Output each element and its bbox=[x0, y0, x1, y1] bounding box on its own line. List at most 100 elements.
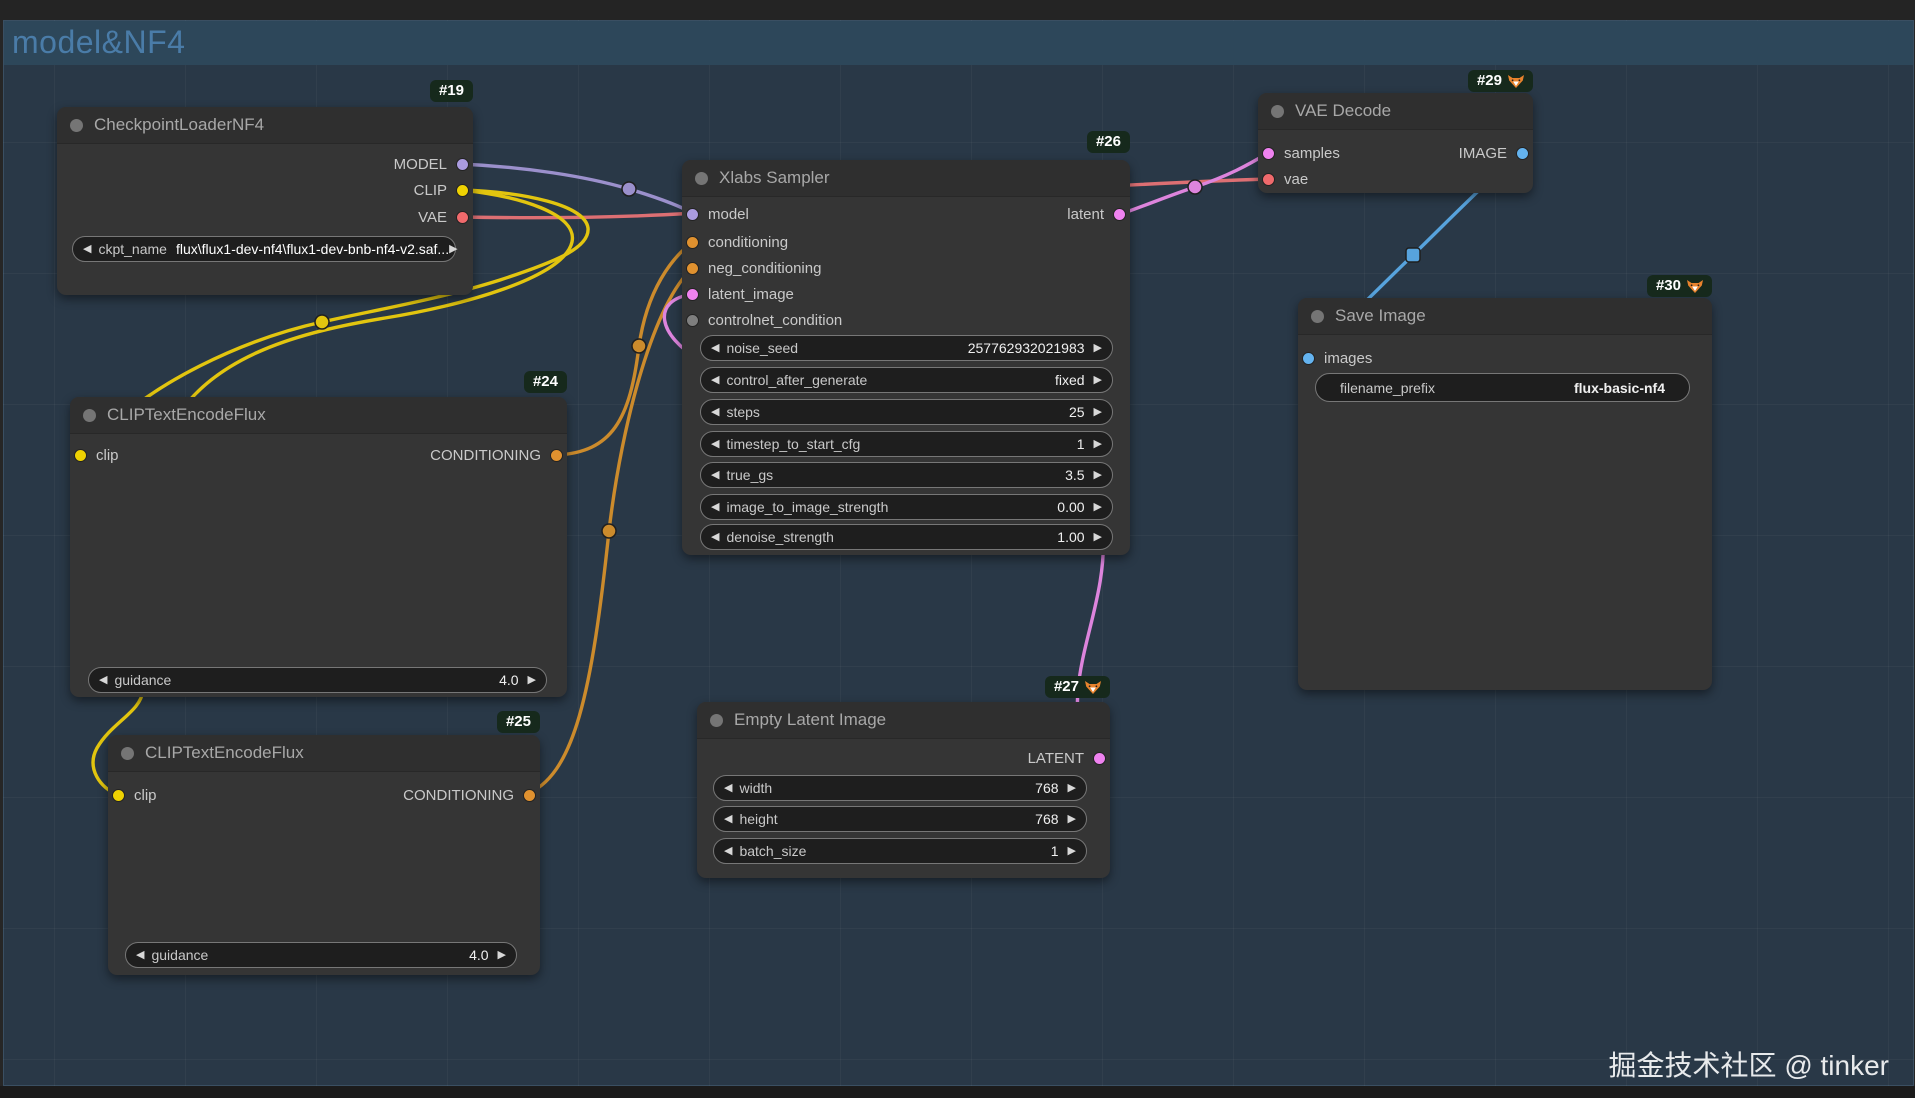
reroute-dot-neg-conditioning[interactable] bbox=[601, 523, 617, 539]
widget-steps[interactable]: steps 25 bbox=[700, 399, 1113, 425]
widget-image-to-image-strength[interactable]: image_to_image_strength 0.00 bbox=[700, 494, 1113, 520]
output-slot-latent[interactable]: latent bbox=[1067, 204, 1126, 224]
widget-width[interactable]: width 768 bbox=[713, 775, 1087, 801]
stepper-right-icon[interactable] bbox=[1094, 532, 1102, 543]
stepper-left-icon[interactable] bbox=[724, 783, 732, 794]
node-header[interactable]: CLIPTextEncodeFlux bbox=[108, 735, 540, 772]
widget-noise-seed[interactable]: noise_seed 257762932021983 bbox=[700, 335, 1113, 361]
reroute-dot-image[interactable] bbox=[1405, 247, 1421, 263]
stepper-right-icon[interactable] bbox=[528, 675, 536, 686]
node-clip-text-encode-positive[interactable]: CLIPTextEncodeFlux clip CONDITIONING gui… bbox=[70, 397, 567, 697]
stepper-left-icon[interactable] bbox=[711, 532, 719, 543]
widget-value[interactable]: 768 bbox=[1035, 780, 1058, 796]
widget-value[interactable]: flux-basic-nf4 bbox=[1574, 380, 1665, 396]
collapse-dot-icon[interactable] bbox=[121, 746, 134, 760]
input-slot-latent-image[interactable]: latent_image bbox=[686, 284, 794, 304]
widget-denoise-strength[interactable]: denoise_strength 1.00 bbox=[700, 524, 1113, 550]
widget-filename-prefix[interactable]: filename_prefix flux-basic-nf4 bbox=[1315, 373, 1690, 402]
widget-guidance[interactable]: guidance 4.0 bbox=[125, 942, 517, 968]
widget-value[interactable]: 4.0 bbox=[469, 947, 488, 963]
output-slot-latent[interactable]: LATENT bbox=[1028, 748, 1106, 768]
node-header[interactable]: Empty Latent Image bbox=[697, 702, 1110, 739]
stepper-right-icon[interactable] bbox=[1094, 343, 1102, 354]
node-xlabs-sampler[interactable]: Xlabs Sampler model conditioning neg_con… bbox=[682, 160, 1130, 555]
stepper-left-icon[interactable] bbox=[711, 407, 719, 418]
stepper-left-icon[interactable] bbox=[136, 950, 144, 961]
widget-control-after-generate[interactable]: control_after_generate fixed bbox=[700, 367, 1113, 393]
input-slot-images[interactable]: images bbox=[1302, 348, 1372, 368]
stepper-left-icon[interactable] bbox=[724, 814, 732, 825]
stepper-right-icon[interactable] bbox=[1094, 375, 1102, 386]
widget-value[interactable]: 768 bbox=[1035, 811, 1058, 827]
node-clip-text-encode-negative[interactable]: CLIPTextEncodeFlux clip CONDITIONING gui… bbox=[108, 735, 540, 975]
stepper-left-icon[interactable] bbox=[99, 675, 107, 686]
widget-value[interactable]: 4.0 bbox=[499, 672, 518, 688]
output-slot-clip[interactable]: CLIP bbox=[414, 180, 469, 200]
widget-value[interactable]: fixed bbox=[1055, 372, 1085, 388]
collapse-dot-icon[interactable] bbox=[70, 118, 83, 132]
node-empty-latent-image[interactable]: Empty Latent Image LATENT width 768 heig… bbox=[697, 702, 1110, 878]
stepper-right-icon[interactable] bbox=[498, 950, 506, 961]
stepper-right-icon[interactable] bbox=[1094, 502, 1102, 513]
widget-timestep-to-start-cfg[interactable]: timestep_to_start_cfg 1 bbox=[700, 431, 1113, 457]
output-slot-vae[interactable]: VAE bbox=[418, 207, 469, 227]
stepper-right-icon[interactable] bbox=[1094, 407, 1102, 418]
stepper-left-icon[interactable] bbox=[83, 244, 91, 255]
stepper-left-icon[interactable] bbox=[711, 439, 719, 450]
stepper-left-icon[interactable] bbox=[724, 846, 732, 857]
widget-value[interactable]: flux\flux1-dev-nf4\flux1-dev-bnb-nf4-v2.… bbox=[176, 241, 449, 257]
collapse-dot-icon[interactable] bbox=[1311, 309, 1324, 323]
reroute-dot-clip[interactable] bbox=[314, 314, 330, 330]
clip-port-icon[interactable] bbox=[74, 448, 87, 462]
reroute-dot-model[interactable] bbox=[621, 181, 637, 197]
vae-port-icon[interactable] bbox=[1262, 172, 1275, 186]
node-header[interactable]: CLIPTextEncodeFlux bbox=[70, 397, 567, 434]
stepper-left-icon[interactable] bbox=[711, 343, 719, 354]
widget-batch-size[interactable]: batch_size 1 bbox=[713, 838, 1087, 864]
stepper-right-icon[interactable] bbox=[1068, 814, 1076, 825]
conditioning-port-icon[interactable] bbox=[686, 261, 699, 275]
node-vae-decode[interactable]: VAE Decode samples vae IMAGE bbox=[1258, 93, 1533, 193]
widget-true-gs[interactable]: true_gs 3.5 bbox=[700, 462, 1113, 488]
collapse-dot-icon[interactable] bbox=[83, 408, 96, 422]
input-slot-controlnet-condition[interactable]: controlnet_condition bbox=[686, 310, 842, 330]
stepper-right-icon[interactable] bbox=[1068, 846, 1076, 857]
input-slot-clip[interactable]: clip bbox=[112, 785, 157, 805]
stepper-right-icon[interactable] bbox=[1094, 439, 1102, 450]
clip-port-icon[interactable] bbox=[112, 788, 125, 802]
comfyui-canvas[interactable]: { "window": { "group_title": "model&NF4"… bbox=[0, 0, 1915, 1098]
latent-port-icon[interactable] bbox=[686, 287, 699, 301]
conditioning-port-icon[interactable] bbox=[523, 788, 536, 802]
stepper-right-icon[interactable] bbox=[1094, 470, 1102, 481]
node-save-image[interactable]: Save Image images filename_prefix flux-b… bbox=[1298, 298, 1712, 690]
input-slot-vae[interactable]: vae bbox=[1262, 169, 1308, 189]
latent-port-icon[interactable] bbox=[1113, 207, 1126, 221]
stepper-left-icon[interactable] bbox=[711, 470, 719, 481]
conditioning-port-icon[interactable] bbox=[686, 235, 699, 249]
node-header[interactable]: VAE Decode bbox=[1258, 93, 1533, 130]
input-slot-clip[interactable]: clip bbox=[74, 445, 119, 465]
reroute-dot-latent[interactable] bbox=[1187, 179, 1203, 195]
node-header[interactable]: Xlabs Sampler bbox=[682, 160, 1130, 197]
output-slot-image[interactable]: IMAGE bbox=[1459, 143, 1529, 163]
widget-value[interactable]: 1 bbox=[1051, 843, 1059, 859]
collapse-dot-icon[interactable] bbox=[1271, 104, 1284, 118]
collapse-dot-icon[interactable] bbox=[710, 713, 723, 727]
output-slot-conditioning[interactable]: CONDITIONING bbox=[403, 785, 536, 805]
widget-guidance[interactable]: guidance 4.0 bbox=[88, 667, 547, 693]
node-checkpoint-loader-nf4[interactable]: CheckpointLoaderNF4 MODEL CLIP VAE ckpt_… bbox=[57, 107, 473, 295]
latent-port-icon[interactable] bbox=[1093, 751, 1106, 765]
stepper-left-icon[interactable] bbox=[711, 502, 719, 513]
conditioning-port-icon[interactable] bbox=[550, 448, 563, 462]
image-port-icon[interactable] bbox=[1516, 146, 1529, 160]
input-slot-conditioning[interactable]: conditioning bbox=[686, 232, 788, 252]
widget-height[interactable]: height 768 bbox=[713, 806, 1087, 832]
input-slot-samples[interactable]: samples bbox=[1262, 143, 1340, 163]
stepper-left-icon[interactable] bbox=[711, 375, 719, 386]
widget-value[interactable]: 1.00 bbox=[1057, 529, 1084, 545]
model-port-icon[interactable] bbox=[686, 207, 699, 221]
input-slot-neg-conditioning[interactable]: neg_conditioning bbox=[686, 258, 821, 278]
vae-port-icon[interactable] bbox=[456, 210, 469, 224]
widget-value[interactable]: 3.5 bbox=[1065, 467, 1084, 483]
collapse-dot-icon[interactable] bbox=[695, 171, 708, 185]
